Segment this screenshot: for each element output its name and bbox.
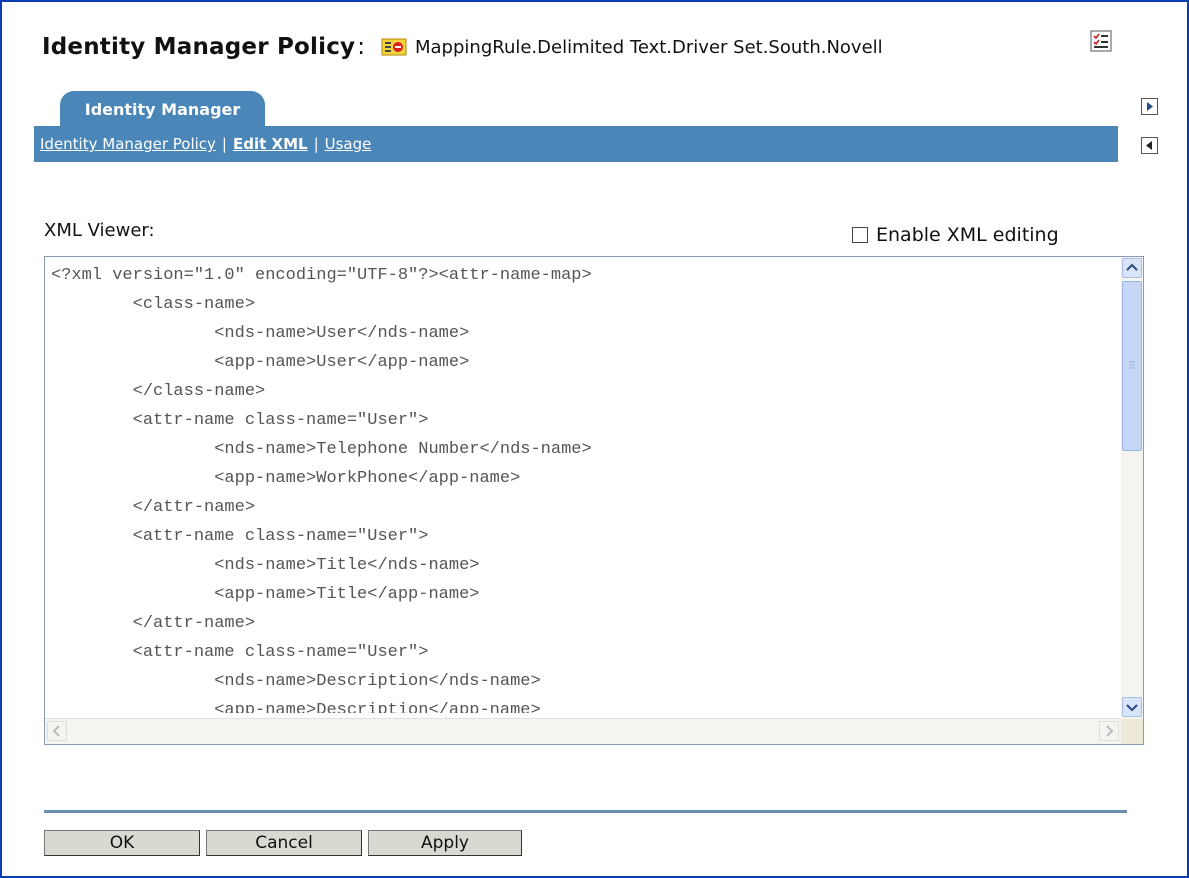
nav-separator: | bbox=[313, 135, 319, 153]
horizontal-scrollbar[interactable] bbox=[45, 718, 1121, 744]
tab-identity-manager[interactable]: Identity Manager bbox=[60, 91, 265, 127]
object-name: MappingRule.Delimited Text.Driver Set.So… bbox=[415, 36, 883, 58]
apply-button[interactable]: Apply bbox=[368, 830, 522, 856]
cancel-button[interactable]: Cancel bbox=[206, 830, 362, 856]
enable-xml-editing: Enable XML editing bbox=[852, 224, 1059, 246]
title-colon: : bbox=[357, 34, 365, 60]
window-frame: Identity Manager Policy : MappingRule.De… bbox=[0, 0, 1189, 878]
policy-object-icon bbox=[381, 37, 407, 57]
ok-button[interactable]: OK bbox=[44, 830, 200, 856]
page-header: Identity Manager Policy : MappingRule.De… bbox=[42, 30, 883, 64]
nav-link-identity-manager-policy[interactable]: Identity Manager Policy bbox=[40, 135, 216, 153]
nav-link-usage[interactable]: Usage bbox=[325, 135, 372, 153]
scroll-thumb[interactable] bbox=[1122, 281, 1142, 451]
arrow-left-icon[interactable] bbox=[1141, 137, 1158, 154]
scroll-up-icon[interactable] bbox=[1122, 258, 1142, 278]
enable-xml-editing-label[interactable]: Enable XML editing bbox=[876, 224, 1059, 246]
footer-divider bbox=[44, 810, 1127, 813]
xml-viewer-textarea[interactable]: <?xml version="1.0" encoding="UTF-8"?><a… bbox=[44, 256, 1144, 745]
scroll-down-icon[interactable] bbox=[1122, 697, 1142, 717]
nav-link-edit-xml[interactable]: Edit XML bbox=[233, 135, 308, 153]
nav-separator: | bbox=[221, 135, 227, 153]
tab-label: Identity Manager bbox=[84, 99, 241, 119]
vertical-scrollbar[interactable] bbox=[1121, 257, 1143, 719]
arrow-right-icon[interactable] bbox=[1141, 98, 1158, 115]
scrollbar-corner bbox=[1121, 719, 1143, 744]
help-checklist-icon[interactable] bbox=[1090, 30, 1112, 52]
enable-xml-editing-checkbox[interactable] bbox=[852, 227, 868, 243]
scroll-left-icon[interactable] bbox=[47, 721, 67, 741]
xml-viewer-label: XML Viewer: bbox=[44, 220, 155, 241]
scroll-right-icon[interactable] bbox=[1099, 721, 1119, 741]
xml-content[interactable]: <?xml version="1.0" encoding="UTF-8"?><a… bbox=[51, 261, 1107, 713]
sub-navigation: Identity Manager Policy | Edit XML | Usage bbox=[40, 135, 371, 153]
page-title: Identity Manager Policy bbox=[42, 34, 356, 60]
